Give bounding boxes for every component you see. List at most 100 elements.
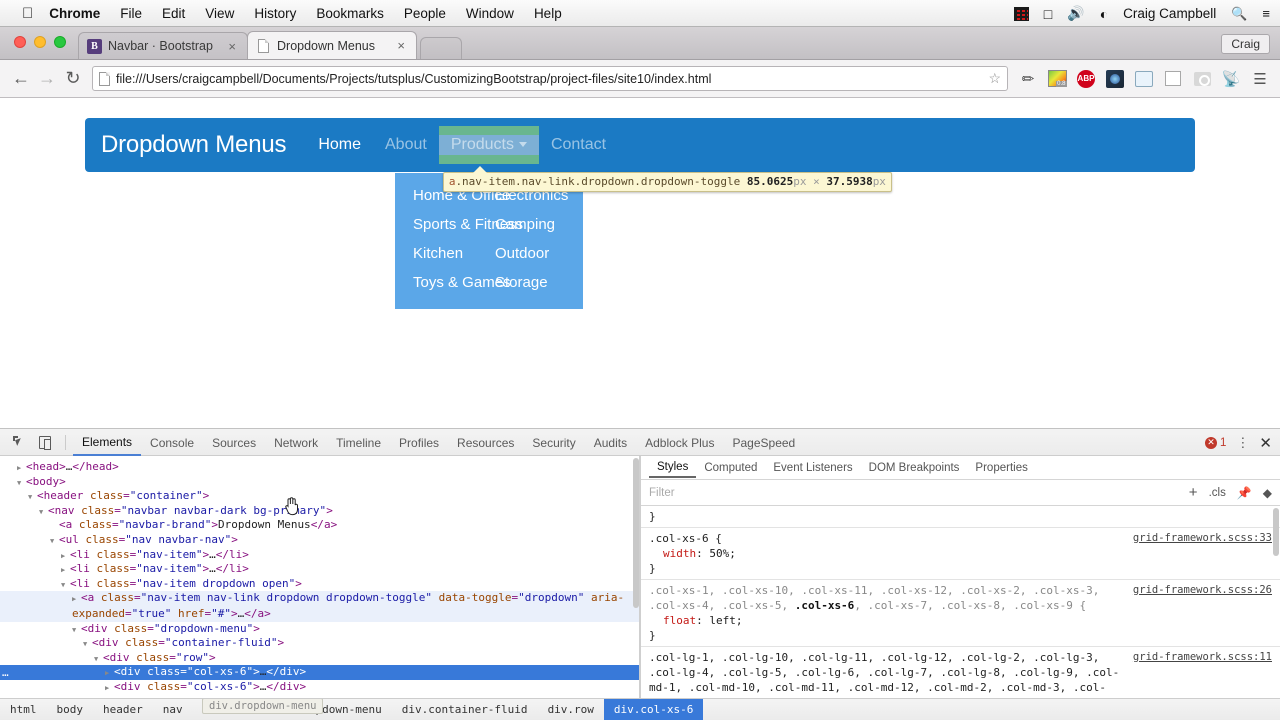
dropdown-item[interactable]: Storage xyxy=(489,268,583,297)
tab-dropdown-menus[interactable]: Dropdown Menus × xyxy=(247,31,417,59)
url-text[interactable]: file:///Users/craigcampbell/Documents/Pr… xyxy=(116,72,988,86)
toggle-render-icon[interactable]: ◆ xyxy=(1263,486,1272,500)
devtools-tab-security[interactable]: Security xyxy=(523,430,584,455)
chrome-menu-icon[interactable]: ☰ xyxy=(1250,69,1270,89)
styles-tab-event-listeners[interactable]: Event Listeners xyxy=(765,458,860,477)
breadcrumb-item[interactable]: div.row xyxy=(538,699,604,720)
breadcrumb-item[interactable]: html xyxy=(0,699,47,720)
nav-item-about[interactable]: About xyxy=(373,126,439,164)
dom-tree-node[interactable]: ▼ <nav class="navbar navbar-dark bg-prima… xyxy=(0,504,640,519)
menu-file[interactable]: File xyxy=(120,6,142,21)
dom-tree-node[interactable]: ▼ <ul class="nav navbar-nav"> xyxy=(0,533,640,548)
nav-item-contact[interactable]: Contact xyxy=(539,126,618,164)
chevron-down-icon[interactable]: ▼ xyxy=(72,623,81,638)
dom-tree-node[interactable]: ▶ <li class="nav-item">…</li> xyxy=(0,548,640,563)
nav-item-products[interactable]: Products a.nav-item.nav-link.dropdown.dr… xyxy=(438,126,892,192)
breadcrumb-item[interactable]: div.container-fluid xyxy=(392,699,538,720)
devtools-tab-elements[interactable]: Elements xyxy=(73,429,142,456)
style-rule[interactable]: grid-framework.scss:33 .col-xs-6 {width: … xyxy=(641,528,1280,580)
menu-chrome[interactable]: Chrome xyxy=(49,6,100,21)
nav-link-products[interactable]: Products xyxy=(439,127,539,163)
bookmark-star-icon[interactable]: ☆ xyxy=(988,70,1001,87)
chevron-right-icon[interactable]: ▶ xyxy=(17,461,26,476)
mac-username[interactable]: Craig Campbell xyxy=(1123,6,1216,21)
style-rule[interactable]: grid-framework.scss:11 .col-lg-1, .col-lg… xyxy=(641,647,1280,698)
dom-tree-node[interactable]: ▼ <li class="nav-item dropdown open"> xyxy=(0,577,640,592)
chevron-right-icon[interactable]: ▶ xyxy=(61,549,70,564)
devtools-tab-sources[interactable]: Sources xyxy=(203,430,265,455)
breadcrumb-item[interactable]: header xyxy=(93,699,153,720)
close-window-button[interactable] xyxy=(14,36,26,48)
tab-navbar-bootstrap[interactable]: B Navbar · Bootstrap × xyxy=(78,32,248,59)
readability-icon[interactable] xyxy=(1163,69,1183,89)
dom-tree-node[interactable]: ▼ <body> xyxy=(0,475,640,490)
chevron-down-icon[interactable]: ▼ xyxy=(28,490,37,505)
style-property-value[interactable]: left; xyxy=(709,614,742,627)
dropdown-item[interactable]: Sports & Fitness xyxy=(395,210,523,239)
new-tab-button[interactable] xyxy=(420,37,462,59)
nav-link-contact[interactable]: Contact xyxy=(539,127,618,163)
maximize-window-button[interactable] xyxy=(54,36,66,48)
apple-icon[interactable]:  xyxy=(22,6,33,21)
dropdown-item[interactable]: Toys & Games xyxy=(395,268,511,297)
nav-item-home[interactable]: Home xyxy=(306,126,373,164)
chevron-right-icon[interactable]: ▶ xyxy=(72,592,81,607)
styles-tab-properties[interactable]: Properties xyxy=(967,458,1035,477)
style-property-value[interactable]: 50%; xyxy=(709,547,736,560)
new-style-rule-icon[interactable]: + xyxy=(1189,485,1198,500)
dropdown-item[interactable]: Outdoor xyxy=(489,239,583,268)
devtools-tab-profiles[interactable]: Profiles xyxy=(390,430,448,455)
vlc-icon[interactable] xyxy=(1013,6,1029,21)
notification-center-icon[interactable]: ≡ xyxy=(1262,6,1270,21)
dom-tree-node[interactable]: <a class="navbar-brand">Dropdown Menus</… xyxy=(0,518,640,533)
dropdown-item[interactable]: Kitchen xyxy=(395,239,489,268)
chevron-right-icon[interactable]: ▶ xyxy=(105,681,114,696)
styles-rules-list[interactable]: } grid-framework.scss:33 .col-xs-6 {width:… xyxy=(641,506,1280,698)
pin-icon[interactable]: 📌 xyxy=(1237,486,1252,500)
chevron-down-icon[interactable]: ▼ xyxy=(83,637,92,652)
forward-arrow-icon[interactable]: → xyxy=(34,66,60,92)
menu-people[interactable]: People xyxy=(404,6,446,21)
menu-edit[interactable]: Edit xyxy=(162,6,185,21)
style-declaration[interactable]: width: 50%; xyxy=(649,546,1272,561)
devtools-tab-adblock-plus[interactable]: Adblock Plus xyxy=(636,430,723,455)
pagespeed-icon[interactable] xyxy=(1134,69,1154,89)
dom-tree-node[interactable]: ▶ <li class="nav-item">…</li> xyxy=(0,562,640,577)
styles-filter-input[interactable]: Filter xyxy=(649,487,675,499)
dom-tree-node[interactable]: … ▶ <div class="col-xs-6">…</div> xyxy=(0,665,640,680)
airplay-icon[interactable]: □ xyxy=(1044,6,1052,22)
minimize-window-button[interactable] xyxy=(34,36,46,48)
devtools-tab-pagespeed[interactable]: PageSpeed xyxy=(723,430,804,455)
dom-tree-node[interactable]: ▼ <header class="container"> xyxy=(0,489,640,504)
dropdown-item[interactable]: Camping xyxy=(489,210,583,239)
dom-tree-node[interactable]: ▶ <a class="nav-item nav-link dropdown dr… xyxy=(0,591,640,622)
devtools-tab-network[interactable]: Network xyxy=(265,430,327,455)
dom-tree-node[interactable]: ▶ <head>…</head> xyxy=(0,460,640,475)
eyedropper-icon[interactable]: ✏ xyxy=(1018,69,1038,89)
page-info-icon[interactable] xyxy=(99,71,110,86)
address-bar[interactable]: file:///Users/craigcampbell/Documents/Pr… xyxy=(92,66,1008,91)
error-badge[interactable]: ✕ 1 xyxy=(1205,436,1226,449)
style-rule[interactable]: grid-framework.scss:26 .col-xs-1, .col-xs… xyxy=(641,580,1280,647)
menu-history[interactable]: History xyxy=(254,6,296,21)
adblock-plus-icon[interactable]: ABP xyxy=(1076,69,1096,89)
navbar-brand[interactable]: Dropdown Menus xyxy=(101,131,287,159)
close-tab-icon[interactable]: × xyxy=(394,39,408,52)
nav-link-home[interactable]: Home xyxy=(306,127,373,163)
menu-window[interactable]: Window xyxy=(466,6,514,21)
close-tab-icon[interactable]: × xyxy=(225,40,239,53)
menu-help[interactable]: Help xyxy=(534,6,562,21)
chevron-down-icon[interactable]: ▼ xyxy=(94,652,103,667)
chevron-down-icon[interactable]: ▼ xyxy=(39,505,48,520)
dom-tree-node[interactable]: ▶ <div class="col-xs-6">…</div> xyxy=(0,680,640,695)
style-property-name[interactable]: width xyxy=(663,547,696,560)
chevron-down-icon[interactable]: ▼ xyxy=(61,578,70,593)
breadcrumb-item[interactable]: div.col-xs-6 xyxy=(603,699,704,720)
reload-icon[interactable]: ↻ xyxy=(60,66,86,92)
devtools-tab-audits[interactable]: Audits xyxy=(585,430,636,455)
style-rule-source[interactable]: grid-framework.scss:33 xyxy=(1133,531,1272,546)
dark-reader-icon[interactable] xyxy=(1105,69,1125,89)
wifi-icon[interactable]: ◐ xyxy=(1100,6,1108,22)
dom-tree-node[interactable]: ▼ <div class="container-fluid"> xyxy=(0,636,640,651)
devtools-tab-timeline[interactable]: Timeline xyxy=(327,430,390,455)
